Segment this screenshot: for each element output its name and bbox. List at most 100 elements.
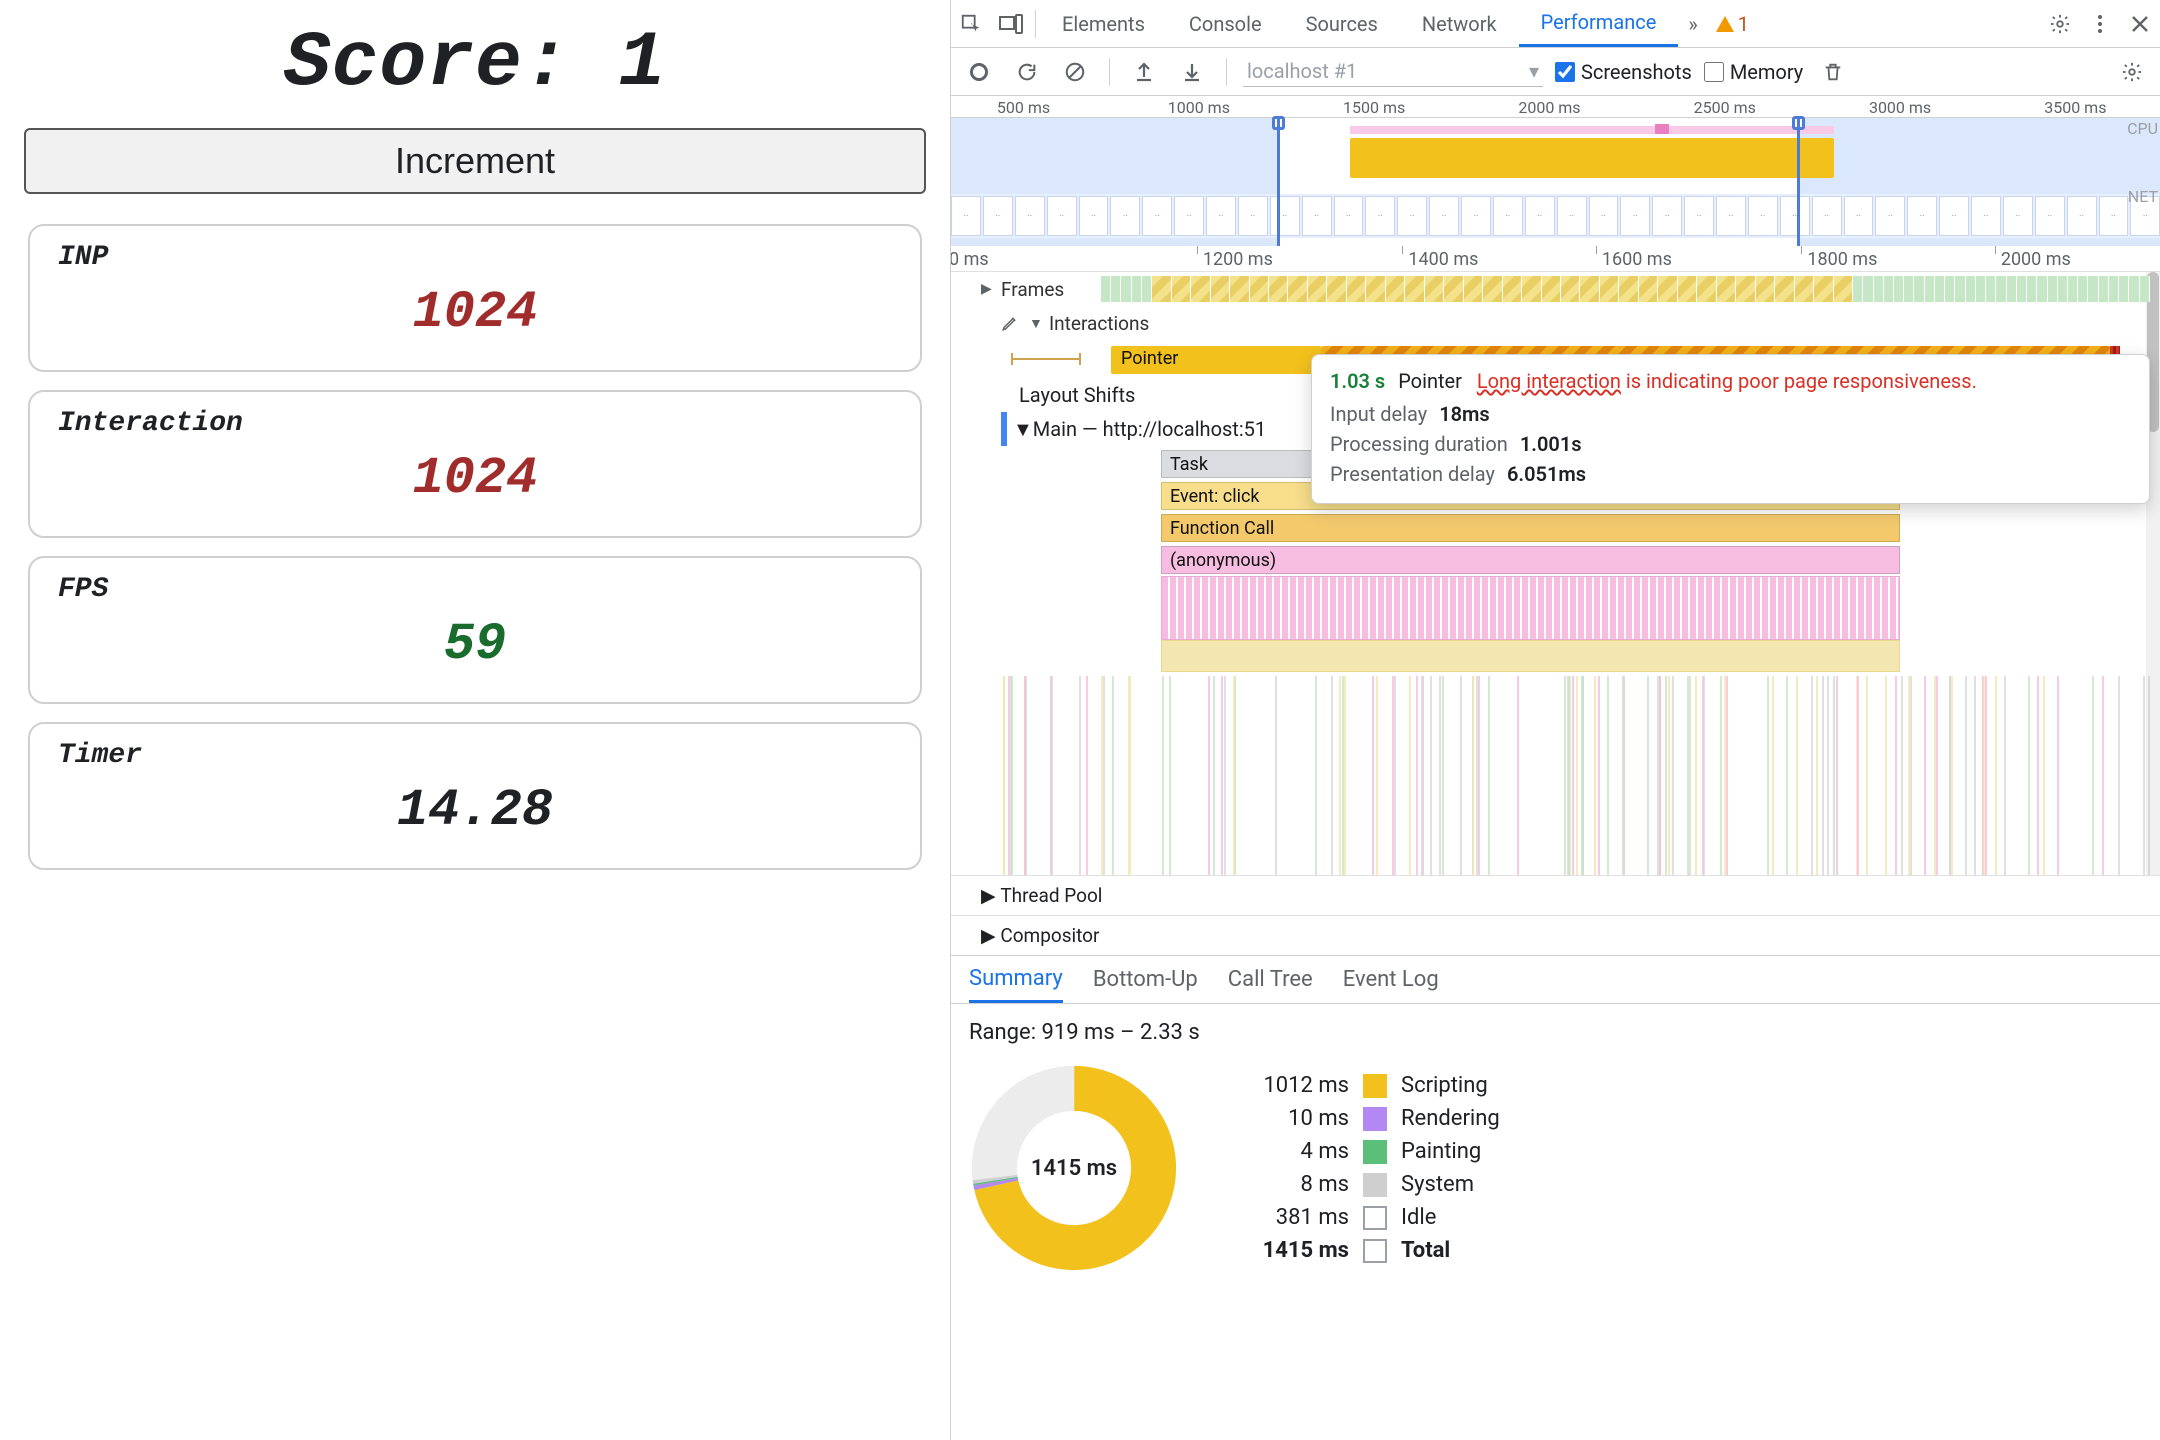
caret-right-icon: ▶ <box>981 924 996 947</box>
flame-tick: 2000 ms <box>2001 249 2071 270</box>
tab-performance[interactable]: Performance <box>1519 0 1679 47</box>
legend-row: 381 msIdle <box>1239 1205 1500 1230</box>
overview-handle-right[interactable] <box>1797 118 1800 246</box>
score-label: Score: <box>284 20 571 108</box>
increment-button[interactable]: Increment <box>24 128 926 194</box>
interaction-value: 1024 <box>58 449 892 508</box>
legend-row: 8 msSystem <box>1239 1172 1500 1197</box>
overview-labels: CPU NET <box>2127 118 2158 208</box>
compositor-track[interactable]: ▶ Compositor <box>951 915 2160 955</box>
tab-call-tree[interactable]: Call Tree <box>1228 956 1313 1003</box>
settings-icon[interactable] <box>2040 4 2080 44</box>
perf-settings-icon[interactable] <box>2114 54 2150 90</box>
tab-elements[interactable]: Elements <box>1040 0 1167 47</box>
tt-processing-val: 1.001s <box>1520 429 1582 459</box>
overview-body[interactable]: ········································… <box>951 118 2160 246</box>
devtools-tabstrip: Elements Console Sources Network Perform… <box>951 0 2160 48</box>
legend-row: 1415 msTotal <box>1239 1238 1500 1263</box>
warnings-indicator[interactable]: 1 <box>1708 12 1757 36</box>
overview-tick: 500 ms <box>997 98 1050 117</box>
overview-handle-left[interactable] <box>1277 118 1280 246</box>
caret-right-icon: ▶ <box>981 281 995 297</box>
metric-card-timer: Timer 14.28 <box>28 722 922 870</box>
fps-value: 59 <box>58 615 892 674</box>
flame-ruler: 0 ms1200 ms1400 ms1600 ms1800 ms2000 ms2… <box>951 246 2160 272</box>
screenshots-label: Screenshots <box>1581 60 1692 84</box>
interaction-label: Interaction <box>58 408 892 439</box>
metric-card-inp: INP 1024 <box>28 224 922 372</box>
overview-tick: 3000 ms <box>1869 98 1931 117</box>
warning-icon <box>1716 16 1734 32</box>
summary-legend: 1012 msScripting10 msRendering4 msPainti… <box>1239 1073 1500 1263</box>
more-tabs-chevron[interactable]: » <box>1678 0 1707 47</box>
flame-chart[interactable]: 0 ms1200 ms1400 ms1600 ms1800 ms2000 ms2… <box>951 246 2160 956</box>
gc-button[interactable] <box>1815 54 1851 90</box>
summary-range: Range: 919 ms – 2.33 s <box>969 1020 2142 1045</box>
tab-bottom-up[interactable]: Bottom-Up <box>1093 956 1198 1003</box>
score-display: Score: 1 <box>24 20 926 108</box>
overview-tick: 1500 ms <box>1343 98 1405 117</box>
tab-console[interactable]: Console <box>1167 0 1284 47</box>
tab-network[interactable]: Network <box>1400 0 1519 47</box>
pointer-label: Pointer <box>1121 348 1178 369</box>
layout-shifts-label: Layout Shifts <box>1019 383 1135 407</box>
reload-record-button[interactable] <box>1009 54 1045 90</box>
clear-button[interactable] <box>1057 54 1093 90</box>
tooltip-time: 1.03 s <box>1330 369 1385 393</box>
screenshots-checkbox-input[interactable] <box>1555 62 1575 82</box>
tt-input-delay-label: Input delay <box>1330 399 1427 429</box>
caret-down-icon: ▼ <box>1013 417 1033 442</box>
tt-input-delay-val: 18ms <box>1439 399 1490 429</box>
device-mode-icon[interactable] <box>991 4 1031 44</box>
upload-profile-button[interactable] <box>1126 54 1162 90</box>
flame-item[interactable]: Function Call <box>1161 514 1900 542</box>
overview-tick: 1000 ms <box>1168 98 1230 117</box>
flame-tick: 1200 ms <box>1203 249 1273 270</box>
tab-event-log[interactable]: Event Log <box>1343 956 1439 1003</box>
pencil-icon <box>1001 314 1019 332</box>
summary-tabstrip: Summary Bottom-Up Call Tree Event Log <box>951 956 2160 1004</box>
summary-panel: Range: 919 ms – 2.33 s 1415 ms 1012 msSc… <box>951 1004 2160 1289</box>
profile-selector-value: localhost #1 <box>1247 59 1357 83</box>
frames-label: Frames <box>1001 278 1064 301</box>
memory-label: Memory <box>1730 60 1803 84</box>
download-profile-button[interactable] <box>1174 54 1210 90</box>
chevron-down-icon: ▾ <box>1529 59 1539 83</box>
overview-strip[interactable]: 500 ms1000 ms1500 ms2000 ms2500 ms3000 m… <box>951 96 2160 246</box>
thread-pool-track[interactable]: ▶ Thread Pool <box>951 875 2160 915</box>
thread-pool-label: Thread Pool <box>1000 884 1102 907</box>
legend-row: 10 msRendering <box>1239 1106 1500 1131</box>
flame-item[interactable]: Task <box>1161 450 1321 478</box>
metric-card-interaction: Interaction 1024 <box>28 390 922 538</box>
tooltip-long-interaction-link[interactable]: Long interaction <box>1477 369 1621 393</box>
overview-ruler: 500 ms1000 ms1500 ms2000 ms2500 ms3000 m… <box>951 96 2160 118</box>
legend-row: 1012 msScripting <box>1239 1073 1500 1098</box>
flame-tick: 1600 ms <box>1602 249 1672 270</box>
donut-center-value: 1415 ms <box>969 1063 1179 1273</box>
warnings-count: 1 <box>1738 12 1749 36</box>
fps-label: FPS <box>58 574 892 605</box>
memory-checkbox[interactable]: Memory <box>1704 60 1803 84</box>
flame-item[interactable]: (anonymous) <box>1161 546 1900 574</box>
timer-label: Timer <box>58 740 892 771</box>
tt-presentation-label: Presentation delay <box>1330 459 1495 489</box>
tab-sources[interactable]: Sources <box>1284 0 1400 47</box>
frames-track[interactable]: ▶ Frames <box>1001 272 2150 306</box>
tab-summary[interactable]: Summary <box>969 956 1063 1003</box>
more-menu-icon[interactable] <box>2080 4 2120 44</box>
timer-value: 14.28 <box>58 781 892 840</box>
interactions-track-header[interactable]: ▼ Interactions <box>1001 306 2150 340</box>
screenshots-checkbox[interactable]: Screenshots <box>1555 60 1692 84</box>
main-label: Main — http://localhost:51 <box>1033 417 1266 441</box>
inspect-icon[interactable] <box>951 4 991 44</box>
record-button[interactable] <box>961 54 997 90</box>
inp-label: INP <box>58 242 892 273</box>
score-value: 1 <box>618 20 666 108</box>
flame-dense-area[interactable] <box>1001 576 2150 876</box>
profile-selector[interactable]: localhost #1 ▾ <box>1243 57 1543 87</box>
tooltip-msg: is indicating poor page responsiveness. <box>1626 369 1977 393</box>
flame-tick: 0 ms <box>951 249 989 270</box>
close-devtools-icon[interactable] <box>2120 4 2160 44</box>
separator <box>1035 10 1036 38</box>
memory-checkbox-input[interactable] <box>1704 62 1724 82</box>
